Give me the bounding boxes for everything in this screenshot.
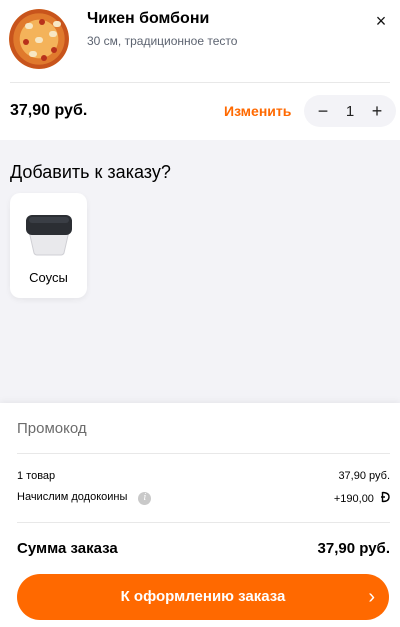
items-row: 1 товар 37,90 руб. (17, 470, 390, 482)
total-row: Сумма заказа 37,90 руб. (17, 540, 390, 557)
total-label: Сумма заказа (17, 540, 118, 557)
divider (10, 82, 390, 83)
dodocoin-icon (381, 491, 390, 503)
divider (17, 453, 390, 454)
close-icon[interactable]: × (370, 10, 392, 32)
addon-card-sauces[interactable]: Соусы (10, 193, 87, 298)
info-icon[interactable]: i (138, 492, 152, 505)
coins-label: Начислим додокоины (17, 491, 128, 503)
minus-button[interactable]: − (314, 95, 332, 127)
total-value: 37,90 руб. (317, 540, 390, 557)
coins-value: +190,00 (333, 493, 374, 505)
divider (17, 522, 390, 523)
cart-item: Чикен бомбони 30 см, традиционное тесто … (0, 0, 400, 140)
item-price: 37,90 руб. (10, 102, 88, 119)
coins-row: Начислим додокоины i +190,00 (17, 491, 390, 505)
plus-button[interactable]: + (368, 95, 386, 127)
checkout-label: К оформлению заказа (120, 588, 286, 605)
addons-section: Добавить к заказу? Соусы (0, 140, 400, 403)
order-summary: Промокод 1 товар 37,90 руб. Начислим дод… (0, 403, 400, 627)
quantity-stepper: − 1 + (304, 95, 396, 127)
sauce-cup-icon (26, 215, 72, 256)
addons-title: Добавить к заказу? (10, 162, 171, 182)
addon-label: Соусы (29, 270, 68, 285)
items-value: 37,90 руб. (338, 470, 390, 482)
change-button[interactable]: Изменить (224, 103, 291, 119)
item-title: Чикен бомбони (87, 10, 210, 27)
chevron-right-icon: › (368, 586, 375, 608)
promo-code-input[interactable]: Промокод (17, 420, 87, 437)
quantity-value: 1 (345, 102, 355, 120)
checkout-button[interactable]: К оформлению заказа › (17, 574, 389, 620)
pizza-image (9, 9, 69, 69)
item-description: 30 см, традиционное тесто (87, 34, 238, 48)
items-label: 1 товар (17, 470, 56, 482)
